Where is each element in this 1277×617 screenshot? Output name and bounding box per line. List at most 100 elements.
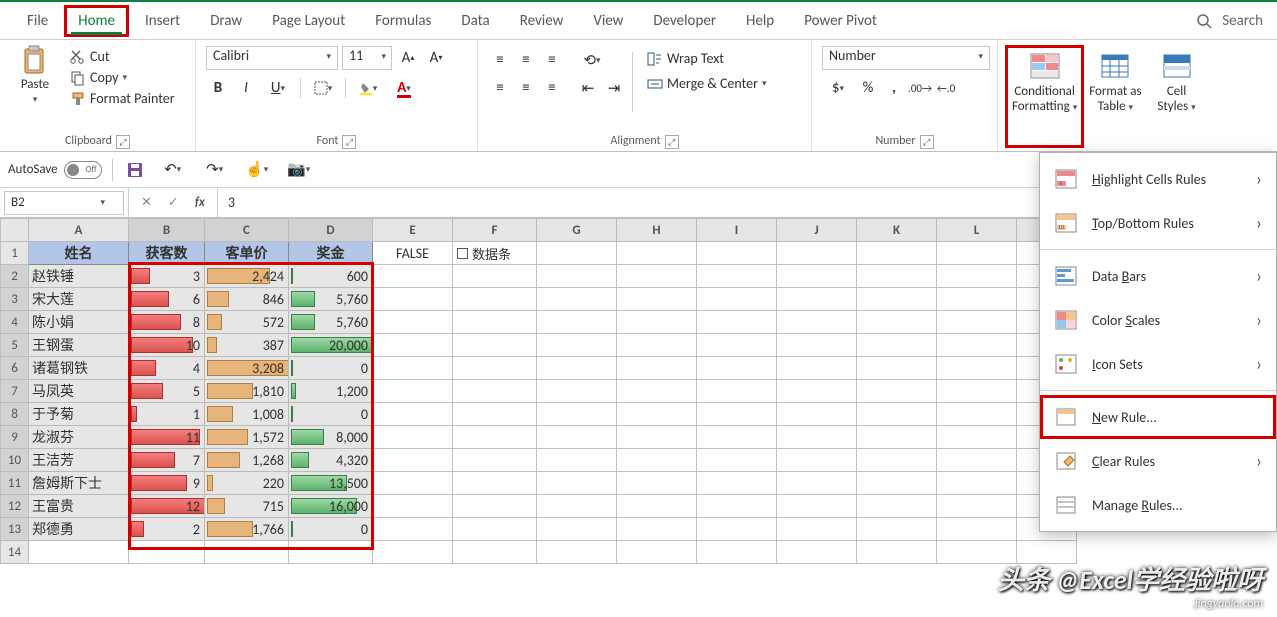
cell[interactable] [857, 403, 937, 426]
cell[interactable] [777, 265, 857, 288]
cell[interactable] [697, 518, 777, 541]
name-box[interactable]: B2▾ [4, 191, 124, 215]
cell[interactable] [697, 449, 777, 472]
cell[interactable] [617, 472, 697, 495]
cell[interactable] [937, 242, 1017, 265]
menu-data-bars[interactable]: Data Bars [1040, 254, 1276, 298]
cell[interactable] [777, 426, 857, 449]
cell[interactable]: 王洁芳 [29, 449, 129, 472]
decrease-indent-button[interactable]: ⇤ [576, 76, 600, 100]
cell[interactable] [29, 541, 129, 564]
col-header-L[interactable]: L [937, 219, 1017, 242]
cell[interactable] [777, 311, 857, 334]
orientation-button[interactable]: ⟲ ▾ [576, 48, 608, 72]
cell[interactable] [537, 380, 617, 403]
row-header[interactable]: 4 [1, 311, 29, 334]
cell[interactable] [697, 311, 777, 334]
checkbox-databar[interactable]: 数据条 [453, 242, 537, 265]
number-format-select[interactable]: Number▾ [822, 46, 990, 70]
cell[interactable] [777, 403, 857, 426]
cell[interactable]: 5,760 [289, 288, 373, 311]
cell[interactable] [777, 242, 857, 265]
cell[interactable] [617, 426, 697, 449]
cell[interactable] [373, 518, 453, 541]
cell[interactable] [857, 472, 937, 495]
merge-center-button[interactable]: Merge & Center ▾ [641, 73, 773, 94]
row-header[interactable]: 14 [1, 541, 29, 564]
row-header[interactable]: 8 [1, 403, 29, 426]
cell[interactable] [777, 357, 857, 380]
cell[interactable] [697, 242, 777, 265]
cell[interactable] [937, 380, 1017, 403]
copy-button[interactable]: Copy ▾ [64, 67, 181, 88]
col-header-A[interactable]: A [29, 219, 129, 242]
cell[interactable]: 宋大莲 [29, 288, 129, 311]
cell[interactable] [937, 426, 1017, 449]
cell[interactable] [697, 472, 777, 495]
cell[interactable] [617, 311, 697, 334]
fx-icon[interactable]: fx [195, 195, 205, 210]
cell[interactable] [373, 472, 453, 495]
cell[interactable] [617, 288, 697, 311]
row-header[interactable]: 7 [1, 380, 29, 403]
cell[interactable] [697, 403, 777, 426]
tab-developer[interactable]: Developer [640, 6, 729, 36]
cell[interactable]: 王富贵 [29, 495, 129, 518]
menu-top-bottom[interactable]: 10Top/Bottom Rules [1040, 201, 1276, 245]
tab-insert[interactable]: Insert [132, 6, 193, 36]
row-header[interactable]: 11 [1, 472, 29, 495]
cell[interactable] [373, 403, 453, 426]
touch-mode-button[interactable]: ☝ ▾ [241, 158, 273, 182]
search-box[interactable]: Search [1196, 12, 1263, 30]
cell[interactable] [537, 426, 617, 449]
cell[interactable]: 846 [205, 288, 289, 311]
cell[interactable]: 1,810 [205, 380, 289, 403]
cell[interactable] [537, 288, 617, 311]
cell[interactable]: 4 [129, 357, 205, 380]
cell[interactable]: 赵铁锤 [29, 265, 129, 288]
cell[interactable]: 0 [289, 403, 373, 426]
cell[interactable]: 9 [129, 472, 205, 495]
font-launcher[interactable]: ⤢ [342, 135, 356, 149]
cell[interactable] [617, 380, 697, 403]
cell[interactable] [937, 403, 1017, 426]
menu-new-rule[interactable]: New Rule... [1040, 395, 1276, 439]
cell[interactable]: 387 [205, 334, 289, 357]
cell[interactable] [697, 288, 777, 311]
camera-button[interactable]: 📷 ▾ [283, 158, 315, 182]
tab-file[interactable]: File [14, 6, 61, 36]
col-header-H[interactable]: H [617, 219, 697, 242]
col-header-E[interactable]: E [373, 219, 453, 242]
cell[interactable] [937, 288, 1017, 311]
cell[interactable] [937, 311, 1017, 334]
col-header-K[interactable]: K [857, 219, 937, 242]
conditional-formatting-button[interactable]: ConditionalFormatting ▾ [1006, 46, 1083, 147]
row-header[interactable]: 10 [1, 449, 29, 472]
format-painter-button[interactable]: Format Painter [64, 88, 181, 109]
format-as-table-button[interactable]: Format asTable ▾ [1083, 46, 1147, 147]
cell[interactable] [617, 541, 697, 564]
cell[interactable]: 龙淑芬 [29, 426, 129, 449]
cell[interactable] [537, 357, 617, 380]
cell[interactable]: 220 [205, 472, 289, 495]
enter-icon[interactable]: ✓ [168, 195, 179, 210]
tab-formulas[interactable]: Formulas [362, 6, 444, 36]
cell[interactable] [777, 541, 857, 564]
font-color-button[interactable]: A▾ [388, 76, 420, 100]
cell[interactable]: 2,424 [205, 265, 289, 288]
autosave-toggle[interactable]: AutoSave Off [8, 161, 102, 179]
cell[interactable] [777, 449, 857, 472]
cell[interactable] [857, 541, 937, 564]
tab-review[interactable]: Review [507, 6, 577, 36]
cell[interactable] [129, 541, 205, 564]
cell[interactable]: 詹姆斯下士 [29, 472, 129, 495]
cell[interactable]: 10 [129, 334, 205, 357]
cell[interactable]: 600 [289, 265, 373, 288]
cell[interactable] [697, 426, 777, 449]
cell[interactable] [857, 380, 937, 403]
row-header[interactable]: 5 [1, 334, 29, 357]
cell[interactable] [617, 242, 697, 265]
align-left-button[interactable]: ≡ [488, 76, 512, 100]
col-header-B[interactable]: B [129, 219, 205, 242]
cell[interactable] [697, 495, 777, 518]
